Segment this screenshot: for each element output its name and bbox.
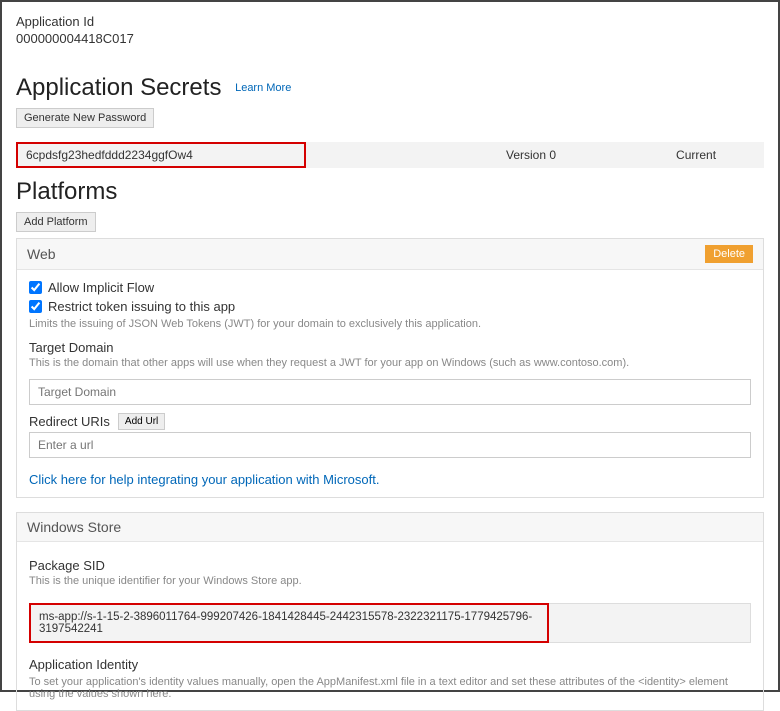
restrict-token-checkbox[interactable] xyxy=(29,300,42,313)
learn-more-link[interactable]: Learn More xyxy=(235,82,291,94)
package-sid-value: ms-app://s-1-15-2-3896011764-999207426-1… xyxy=(29,603,549,643)
secret-value: 6cpdsfg23hedfddd2234ggfOw4 xyxy=(16,142,306,168)
allow-implicit-flow-row[interactable]: Allow Implicit Flow xyxy=(29,280,751,295)
windows-store-panel: Windows Store Package SID This is the un… xyxy=(16,512,764,711)
integration-help-link[interactable]: Click here for help integrating your app… xyxy=(29,472,379,487)
web-panel-title: Web xyxy=(27,246,56,262)
target-domain-hint: This is the domain that other apps will … xyxy=(29,357,751,369)
application-secrets-heading: Application Secrets xyxy=(16,74,221,102)
add-url-button[interactable]: Add Url xyxy=(118,413,165,430)
application-id-label: Application Id xyxy=(16,14,764,29)
application-identity-hint: To set your application's identity value… xyxy=(29,676,751,700)
generate-new-password-button[interactable]: Generate New Password xyxy=(16,108,154,128)
package-sid-hint: This is the unique identifier for your W… xyxy=(29,575,751,587)
application-id-value: 000000004418C017 xyxy=(16,31,764,46)
target-domain-label: Target Domain xyxy=(29,340,751,355)
platforms-heading: Platforms xyxy=(16,178,117,206)
allow-implicit-flow-checkbox[interactable] xyxy=(29,281,42,294)
package-sid-label: Package SID xyxy=(29,558,751,573)
restrict-token-label: Restrict token issuing to this app xyxy=(48,299,235,314)
add-platform-button[interactable]: Add Platform xyxy=(16,212,96,232)
secret-row: 6cpdsfg23hedfddd2234ggfOw4 Version 0 Cur… xyxy=(16,142,764,168)
secret-version: Version 0 xyxy=(506,148,556,162)
secret-status: Current xyxy=(676,148,716,162)
web-panel: Web Delete Allow Implicit Flow Restrict … xyxy=(16,238,764,498)
redirect-uris-label: Redirect URIs xyxy=(29,414,110,429)
delete-web-button[interactable]: Delete xyxy=(705,245,753,263)
windows-store-panel-title: Windows Store xyxy=(27,519,121,535)
restrict-token-row[interactable]: Restrict token issuing to this app xyxy=(29,299,751,314)
package-sid-rest xyxy=(549,603,751,643)
application-identity-label: Application Identity xyxy=(29,657,751,672)
restrict-token-hint: Limits the issuing of JSON Web Tokens (J… xyxy=(29,318,751,330)
target-domain-input[interactable] xyxy=(29,379,751,405)
redirect-uri-input[interactable] xyxy=(29,432,751,458)
allow-implicit-flow-label: Allow Implicit Flow xyxy=(48,280,154,295)
